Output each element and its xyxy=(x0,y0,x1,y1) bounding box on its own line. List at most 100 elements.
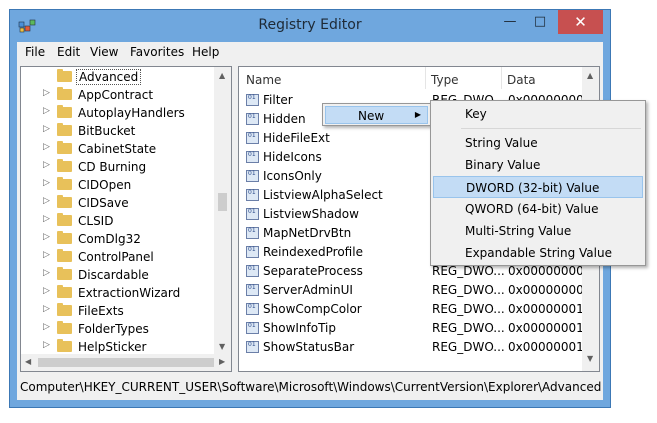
value-type: REG_DWO... xyxy=(432,283,505,297)
column-header-name[interactable]: Name xyxy=(246,73,281,87)
column-header-type[interactable]: Type xyxy=(431,73,459,87)
value-type: REG_DWO... xyxy=(432,264,505,278)
value-name: Filter xyxy=(263,93,293,107)
expand-arrow-icon[interactable]: ▷ xyxy=(43,196,50,206)
menu-view[interactable]: View xyxy=(90,45,118,59)
scroll-up-icon[interactable]: ▲ xyxy=(219,71,225,80)
tree-item[interactable]: ▷ ControlPanel xyxy=(21,248,216,266)
scroll-down-icon[interactable]: ▼ xyxy=(587,354,593,363)
expand-arrow-icon[interactable]: ▷ xyxy=(43,124,50,134)
context-menu: New ▶ xyxy=(322,103,431,126)
value-name: ShowStatusBar xyxy=(263,340,355,354)
submenu-item[interactable]: DWORD (32-bit) Value xyxy=(433,176,643,198)
value-type: REG_DWO... xyxy=(432,321,505,335)
tree-hscroll-thumb[interactable] xyxy=(38,358,214,367)
tree-item[interactable]: ▷ Discardable xyxy=(21,266,216,284)
column-header-data[interactable]: Data xyxy=(507,73,536,87)
binary-value-icon xyxy=(246,132,259,144)
maximize-button[interactable]: □ xyxy=(525,10,555,34)
binary-value-icon xyxy=(246,341,259,353)
tree-scroll-thumb[interactable] xyxy=(218,193,227,211)
value-name: HideIcons xyxy=(263,150,322,164)
submenu-item[interactable]: Key xyxy=(433,103,643,125)
scroll-down-icon[interactable]: ▼ xyxy=(219,342,225,351)
binary-value-icon xyxy=(246,151,259,163)
value-row[interactable]: ShowInfoTipREG_DWO...0x00000001 (1) xyxy=(239,319,599,338)
tree-item[interactable]: ▷ ComDlg32 xyxy=(21,230,216,248)
tree-item-label: ExtractionWizard xyxy=(78,286,181,300)
expand-arrow-icon[interactable]: ▷ xyxy=(43,160,50,170)
folder-icon xyxy=(57,123,72,136)
scroll-left-icon[interactable]: ◀ xyxy=(25,357,31,366)
submenu-item-label: Expandable String Value xyxy=(465,246,612,260)
expand-arrow-icon[interactable]: ▷ xyxy=(43,322,50,332)
tree-item-label: BitBucket xyxy=(78,124,136,138)
expand-arrow-icon[interactable]: ▷ xyxy=(43,232,50,242)
tree-item[interactable]: ▷ CLSID xyxy=(21,212,216,230)
expand-arrow-icon[interactable]: ▷ xyxy=(43,340,50,350)
tree-item-label: CLSID xyxy=(78,214,114,228)
binary-value-icon xyxy=(246,303,259,315)
folder-icon xyxy=(57,177,72,190)
folder-icon xyxy=(57,231,72,244)
value-row[interactable]: ShowCompColorREG_DWO...0x00000001 (1) xyxy=(239,300,599,319)
value-name: ListviewAlphaSelect xyxy=(263,188,383,202)
tree-item[interactable]: ▷ FileExts xyxy=(21,302,216,320)
menu-file[interactable]: File xyxy=(25,45,45,59)
tree-item-label: AutoplayHandlers xyxy=(78,106,185,120)
column-divider[interactable] xyxy=(425,67,426,89)
expand-arrow-icon[interactable]: ▷ xyxy=(43,286,50,296)
tree-item[interactable]: ▷ ExtractionWizard xyxy=(21,284,216,302)
expand-arrow-icon[interactable]: ▷ xyxy=(43,178,50,188)
expand-arrow-icon[interactable]: ▷ xyxy=(43,250,50,260)
tree-item[interactable]: ▷ CD Burning xyxy=(21,158,216,176)
submenu-item[interactable]: String Value xyxy=(433,132,643,154)
tree-horizontal-scrollbar[interactable]: ◀ ▶ xyxy=(21,354,231,371)
tree-vertical-scrollbar[interactable]: ▲ ▼ xyxy=(214,67,231,356)
binary-value-icon xyxy=(246,189,259,201)
expand-arrow-icon[interactable]: ▷ xyxy=(43,88,50,98)
value-row[interactable]: ServerAdminUIREG_DWO...0x00000000 (0) xyxy=(239,281,599,300)
scroll-right-icon[interactable]: ▶ xyxy=(219,357,225,366)
expand-arrow-icon[interactable]: ▷ xyxy=(43,142,50,152)
menu-help[interactable]: Help xyxy=(192,45,219,59)
submenu-item[interactable]: QWORD (64-bit) Value xyxy=(433,198,643,220)
minimize-button[interactable]: — xyxy=(495,10,525,34)
tree-item[interactable]: ▷ FolderTypes xyxy=(21,320,216,338)
folder-icon xyxy=(57,321,72,334)
close-button[interactable]: ✕ xyxy=(558,10,603,34)
context-menu-new[interactable]: New ▶ xyxy=(325,106,428,124)
tree-item[interactable]: ▷ AutoplayHandlers xyxy=(21,104,216,122)
tree-item[interactable]: ▷ BitBucket xyxy=(21,122,216,140)
menu-edit[interactable]: Edit xyxy=(57,45,80,59)
binary-value-icon xyxy=(246,265,259,277)
expand-arrow-icon[interactable]: ▷ xyxy=(43,106,50,116)
expand-arrow-icon[interactable]: ▷ xyxy=(43,214,50,224)
submenu-item[interactable]: Binary Value xyxy=(433,154,643,176)
title-bar[interactable]: Registry Editor — □ ✕ xyxy=(10,10,610,42)
expand-arrow-icon[interactable]: ▷ xyxy=(43,268,50,278)
tree-item-label: Advanced xyxy=(76,69,142,85)
column-divider[interactable] xyxy=(501,67,502,89)
tree-item[interactable]: ▷ CabinetState xyxy=(21,140,216,158)
value-row[interactable]: ShowStatusBarREG_DWO...0x00000001 (1) xyxy=(239,338,599,357)
submenu-item[interactable]: Multi-String Value xyxy=(433,220,643,242)
new-submenu: Key String Value Binary Value DWORD (32-bit… xyxy=(430,100,646,266)
key-tree[interactable]: Advanced ▷ AppContract ▷ AutoplayHandlers ▷ Bi… xyxy=(20,66,232,372)
expand-arrow-icon[interactable]: ▷ xyxy=(43,304,50,314)
value-name: IconsOnly xyxy=(263,169,322,183)
submenu-item-label: String Value xyxy=(465,136,538,150)
tree-item-label: FolderTypes xyxy=(78,322,149,336)
tree-item-label: FileExts xyxy=(78,304,124,318)
submenu-item[interactable]: Expandable String Value xyxy=(433,242,643,264)
value-name: ServerAdminUI xyxy=(263,283,353,297)
tree-item[interactable]: ▷ CIDSave xyxy=(21,194,216,212)
tree-item[interactable]: Advanced xyxy=(21,68,216,86)
scroll-up-icon[interactable]: ▲ xyxy=(587,71,593,80)
tree-item[interactable]: ▷ CIDOpen xyxy=(21,176,216,194)
tree-item[interactable]: ▷ AppContract xyxy=(21,86,216,104)
menu-separator xyxy=(461,128,641,129)
menu-favorites[interactable]: Favorites xyxy=(130,45,184,59)
folder-icon xyxy=(57,105,72,118)
tree-item-label: ControlPanel xyxy=(78,250,154,264)
